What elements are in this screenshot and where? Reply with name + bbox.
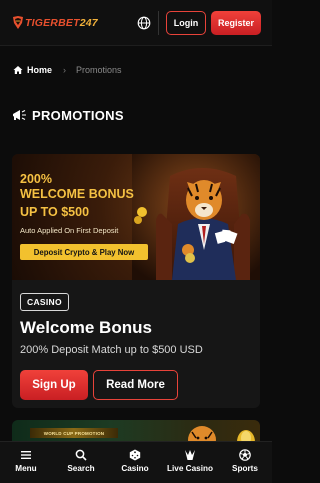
nav-casino[interactable]: Casino <box>118 442 152 483</box>
login-button[interactable]: Login <box>166 11 206 35</box>
nav-casino-label: Casino <box>121 464 149 473</box>
menu-icon <box>20 449 32 461</box>
top-header: TIGERBET247 Login Register <box>0 0 272 46</box>
logo-text-number: 247 <box>79 17 98 29</box>
page-title-text: PROMOTIONS <box>32 107 124 123</box>
logo-text-main: TIGERBET <box>25 17 80 29</box>
globe-icon[interactable] <box>137 16 151 30</box>
breadcrumb-home-link[interactable]: Home <box>27 65 52 75</box>
home-icon[interactable] <box>13 65 23 75</box>
nav-search-label: Search <box>67 464 95 473</box>
megaphone-icon <box>11 108 27 122</box>
promo-description: 200% Deposit Match up to $500 USD <box>20 344 203 356</box>
world-cup-ribbon: WORLD CUP PROMOTION <box>30 428 118 438</box>
banner-cta-button[interactable]: Deposit Crypto & Play Now <box>20 244 148 260</box>
live-casino-icon <box>184 449 196 461</box>
breadcrumb: Home › Promotions <box>13 64 122 76</box>
breadcrumb-separator-icon: › <box>63 65 67 75</box>
banner-subtext: Auto Applied On First Deposit <box>20 226 119 235</box>
nav-sports-label: Sports <box>232 464 258 473</box>
tiger-logo-icon <box>12 16 24 30</box>
promo-banner[interactable]: 200% WELCOME BONUS UP TO $500 Auto Appli… <box>12 154 260 280</box>
logo-text: TIGERBET247 <box>25 17 98 29</box>
nav-live-casino[interactable]: Live Casino <box>164 442 216 483</box>
nav-sports[interactable]: Sports <box>229 442 261 483</box>
nav-menu-label: Menu <box>15 464 37 473</box>
search-icon <box>75 449 87 461</box>
soccer-ball-icon <box>239 449 251 461</box>
nav-search[interactable]: Search <box>64 442 98 483</box>
tiger-banner-illustration <box>132 154 260 280</box>
read-more-button[interactable]: Read More <box>93 370 178 400</box>
breadcrumb-current: Promotions <box>76 65 122 75</box>
promo-title: Welcome Bonus <box>20 318 152 337</box>
banner-percent: 200% <box>20 172 52 186</box>
site-logo[interactable]: TIGERBET247 <box>12 15 98 31</box>
banner-headline: WELCOME BONUS <box>20 187 134 201</box>
banner-amount: UP TO $500 <box>20 205 90 219</box>
sign-up-button[interactable]: Sign Up <box>20 370 88 400</box>
register-button[interactable]: Register <box>211 11 261 35</box>
nav-live-casino-label: Live Casino <box>167 464 213 473</box>
dice-icon <box>129 449 141 461</box>
category-tag: CASINO <box>20 293 69 311</box>
header-divider <box>158 11 159 35</box>
bottom-nav: Menu Search Casino Live Casino Sports <box>0 441 272 483</box>
nav-menu[interactable]: Menu <box>11 442 41 483</box>
page-title: PROMOTIONS <box>11 106 124 124</box>
promo-card-welcome-bonus: 200% WELCOME BONUS UP TO $500 Auto Appli… <box>12 154 260 408</box>
